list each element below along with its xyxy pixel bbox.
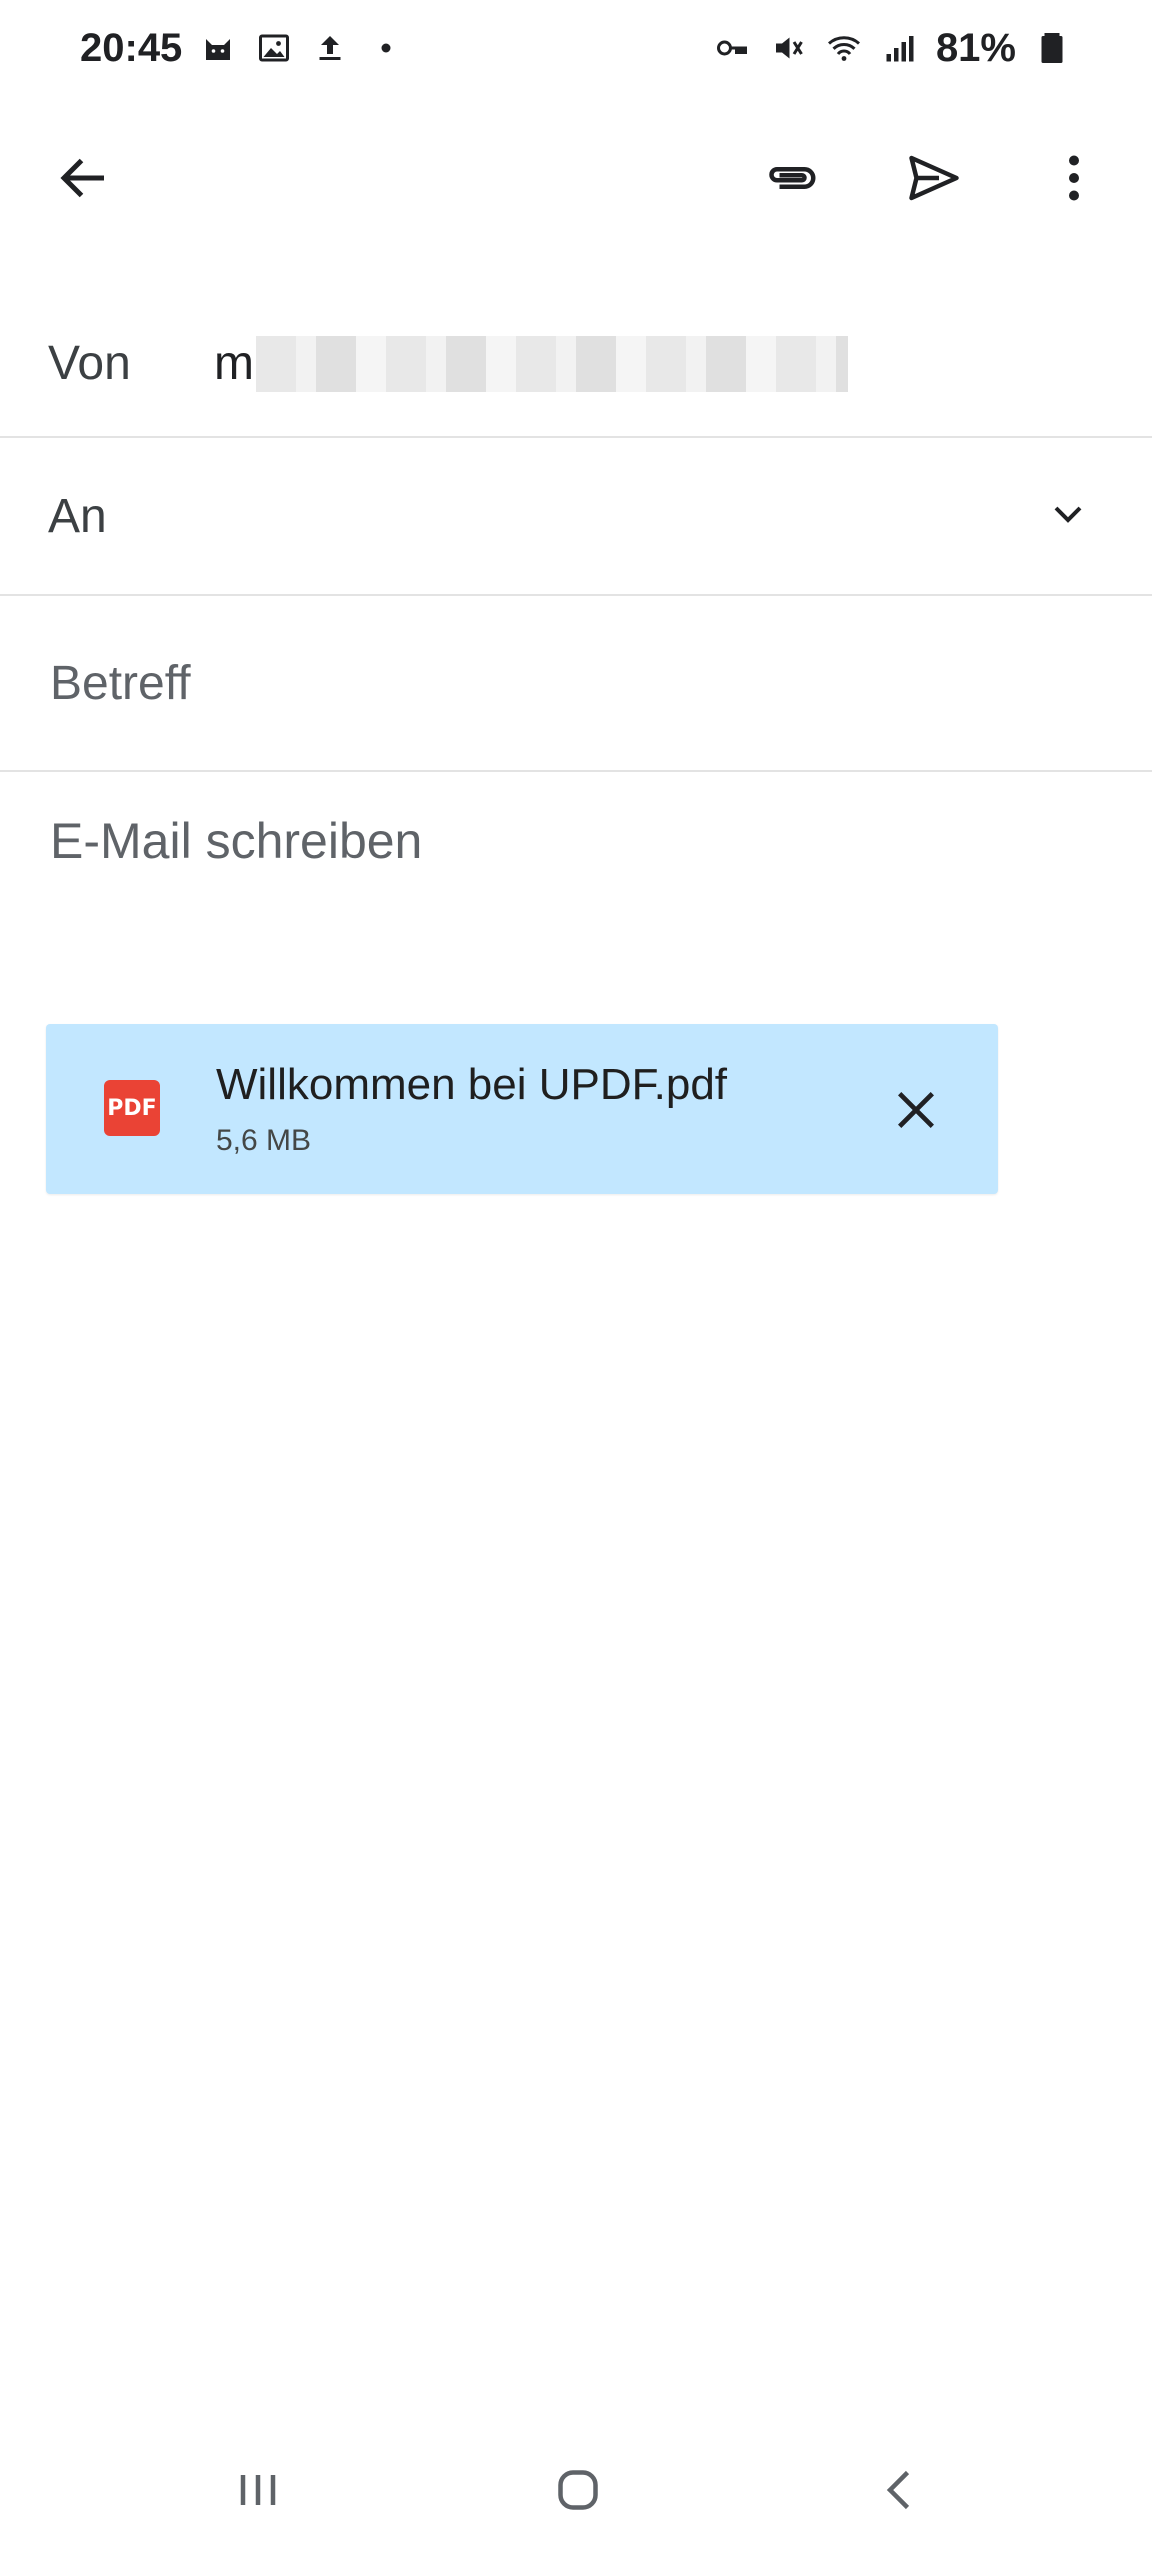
compose-toolbar — [0, 110, 1152, 240]
dot-icon — [366, 28, 406, 68]
to-label: An — [48, 489, 107, 543]
chevron-left-icon — [870, 2460, 930, 2520]
home-button[interactable] — [528, 2450, 628, 2530]
from-value: m — [214, 336, 254, 390]
chevron-down-icon — [1044, 490, 1092, 538]
recents-button[interactable] — [208, 2450, 308, 2530]
attachment-card[interactable]: PDF Willkommen bei UPDF.pdf 5,6 MB — [46, 1024, 998, 1194]
battery-icon — [1032, 28, 1072, 68]
send-button[interactable] — [886, 130, 982, 226]
attachment-size: 5,6 MB — [216, 1124, 312, 1157]
signal-icon — [880, 28, 920, 68]
more-vert-icon — [1044, 148, 1104, 208]
more-options-button[interactable] — [1026, 130, 1122, 226]
status-bar-left: 20:45 — [80, 26, 406, 71]
expand-recipients-button[interactable] — [1036, 482, 1100, 546]
recents-icon — [228, 2460, 288, 2520]
to-field: An — [0, 438, 1152, 596]
from-field[interactable]: Von m — [0, 290, 1152, 438]
image-icon — [254, 28, 294, 68]
close-icon — [888, 1082, 944, 1138]
to-input[interactable] — [130, 468, 1032, 564]
subject-field — [0, 596, 1152, 772]
home-icon — [548, 2460, 608, 2520]
from-label: Von — [48, 336, 131, 390]
mute-icon — [768, 28, 808, 68]
subject-input[interactable] — [48, 626, 1104, 740]
attach-button[interactable] — [744, 130, 840, 226]
status-bar: 20:45 81% — [0, 0, 1152, 96]
wifi-icon — [824, 28, 864, 68]
redacted-email — [256, 336, 848, 392]
upload-icon — [310, 28, 350, 68]
vpn-key-icon — [712, 28, 752, 68]
send-icon — [904, 148, 964, 208]
compose-body-input[interactable] — [48, 810, 1104, 930]
battery-percent: 81% — [935, 25, 1016, 70]
remove-attachment-button[interactable] — [876, 1070, 956, 1150]
back-arrow-icon — [54, 148, 114, 208]
system-nav-bar — [0, 2430, 1152, 2550]
status-bar-right: 81% — [712, 26, 1072, 71]
attachment-name: Willkommen bei UPDF.pdf — [216, 1060, 728, 1109]
back-button[interactable] — [36, 130, 132, 226]
status-time: 20:45 — [80, 25, 183, 70]
cat-icon — [198, 28, 238, 68]
pdf-file-icon: PDF — [104, 1080, 160, 1136]
system-back-button[interactable] — [850, 2450, 950, 2530]
paperclip-icon — [762, 148, 822, 208]
